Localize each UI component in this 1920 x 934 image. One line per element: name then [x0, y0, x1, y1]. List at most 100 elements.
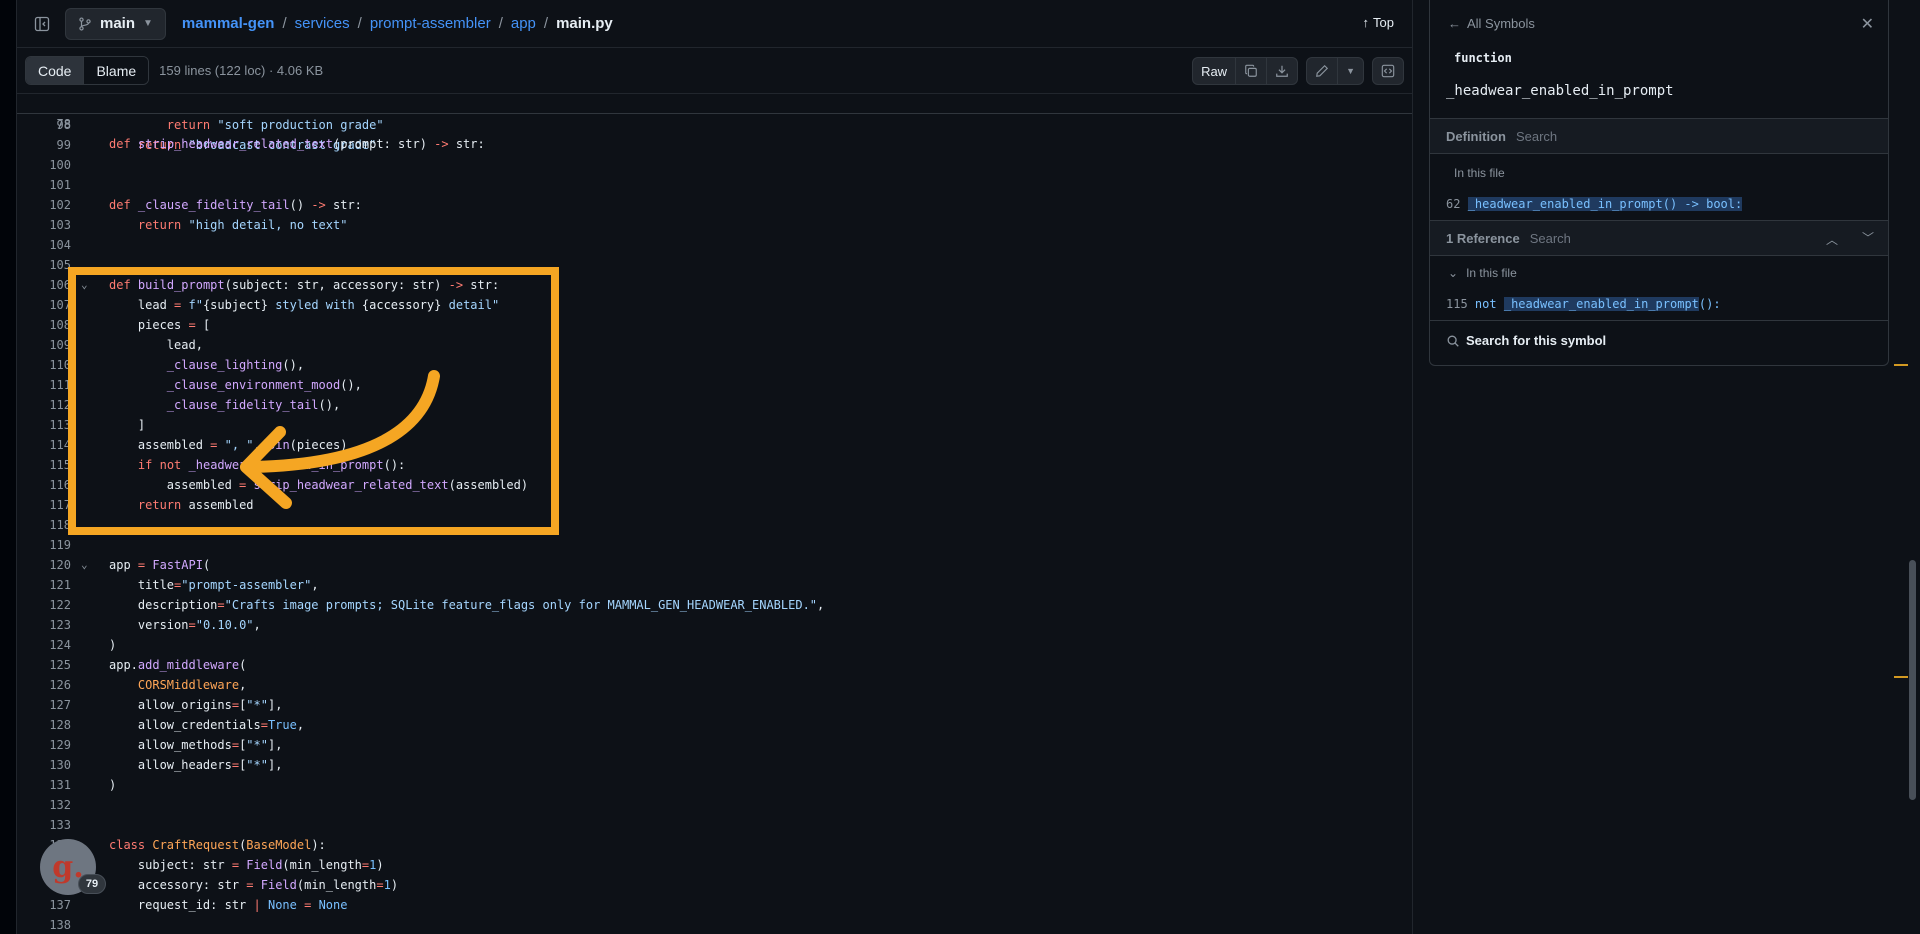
code-text: title="prompt-assembler",	[109, 578, 319, 592]
raw-actions-group: Raw	[1192, 57, 1299, 85]
code-line[interactable]: 132	[17, 795, 1412, 815]
code-text: allow_origins=["*"],	[109, 698, 283, 712]
code-text: version="0.10.0",	[109, 618, 261, 632]
scrollbar-thumb[interactable]	[1909, 560, 1916, 800]
line-number[interactable]: 117	[17, 495, 71, 515]
line-number[interactable]: 120	[17, 555, 71, 575]
line-number[interactable]: 103	[17, 215, 71, 235]
search-for-symbol-button[interactable]: Search for this symbol	[1446, 333, 1606, 348]
chevron-up-icon[interactable]: ︿	[1826, 231, 1838, 248]
breadcrumb-prompt-assembler[interactable]: prompt-assembler	[370, 15, 491, 32]
line-number[interactable]: 121	[17, 575, 71, 595]
line-number[interactable]: 118	[17, 515, 71, 535]
code-line[interactable]: 126 CORSMiddleware,	[17, 675, 1412, 695]
code-line[interactable]: 103 return "high detail, no text"	[17, 215, 1412, 235]
code-line[interactable]: 102 def _clause_fidelity_tail() -> str:	[17, 195, 1412, 215]
file-toolbar: Code Blame 159 lines (122 loc) · 4.06 KB…	[17, 48, 1412, 94]
code-line[interactable]: 120 ⌄ app = FastAPI(	[17, 555, 1412, 575]
definition-result[interactable]: 62 _headwear_enabled_in_prompt() -> bool…	[1446, 197, 1743, 211]
line-number[interactable]: 78	[17, 114, 71, 134]
line-number[interactable]: 116	[17, 475, 71, 495]
code-line[interactable]: 125 app.add_middleware(	[17, 655, 1412, 675]
code-line[interactable]: 128 allow_credentials=True,	[17, 715, 1412, 735]
code-line[interactable]: 119	[17, 535, 1412, 555]
code-text: CORSMiddleware,	[137, 678, 247, 692]
line-number[interactable]: 115	[17, 455, 71, 475]
close-icon[interactable]: ✕	[1861, 14, 1874, 34]
line-number[interactable]: 119	[17, 535, 71, 555]
line-number[interactable]: 123	[17, 615, 71, 635]
code-square-icon[interactable]	[1373, 58, 1403, 84]
code-line[interactable]: 101	[17, 175, 1412, 195]
code-line[interactable]: 104	[17, 235, 1412, 255]
line-number[interactable]: 108	[17, 315, 71, 335]
code-line[interactable]: 137 request_id: str | None = None	[17, 895, 1412, 915]
branch-name: main	[100, 15, 136, 32]
code-line[interactable]: 121 title="prompt-assembler",	[17, 575, 1412, 595]
line-number[interactable]: 107	[17, 295, 71, 315]
code-line[interactable]: 130 allow_headers=["*"],	[17, 755, 1412, 775]
file-info: 159 lines (122 loc) · 4.06 KB	[159, 63, 324, 78]
line-number[interactable]: 113	[17, 415, 71, 435]
sidebar-toggle-icon[interactable]	[29, 11, 55, 37]
breadcrumb-services[interactable]: services	[295, 15, 350, 32]
all-symbols-label: All Symbols	[1467, 16, 1535, 31]
line-number[interactable]: 106	[17, 275, 71, 295]
tab-blame[interactable]: Blame	[83, 57, 149, 84]
line-number[interactable]: 114	[17, 435, 71, 455]
all-symbols-link[interactable]: ← All Symbols	[1448, 16, 1535, 31]
line-number[interactable]: 112	[17, 395, 71, 415]
sticky-header-line[interactable]: 78 def strip_headwear_related_text(promp…	[17, 94, 1412, 151]
reference-file-group[interactable]: ⌄ In this file	[1448, 266, 1517, 280]
code-line[interactable]: 129 allow_methods=["*"],	[17, 735, 1412, 755]
line-number[interactable]: 124	[17, 635, 71, 655]
raw-button[interactable]: Raw	[1193, 58, 1235, 84]
breadcrumb-repo[interactable]: mammal-gen	[182, 15, 275, 32]
breadcrumb-app[interactable]: app	[511, 15, 536, 32]
line-number[interactable]: 105	[17, 255, 71, 275]
code-line[interactable]: 131)	[17, 775, 1412, 795]
line-number[interactable]: 130	[17, 755, 71, 775]
sticky-code-text: def strip_headwear_related_text(prompt: …	[109, 137, 485, 151]
code-line[interactable]: 133	[17, 815, 1412, 835]
line-number[interactable]: 101	[17, 175, 71, 195]
line-number[interactable]: 128	[17, 715, 71, 735]
code-line[interactable]: 98 return "soft production grade"	[17, 115, 1412, 135]
fold-chevron-icon[interactable]: ⌄	[81, 555, 88, 575]
top-link[interactable]: ↑ Top	[1363, 15, 1394, 30]
line-number[interactable]: 131	[17, 775, 71, 795]
line-number[interactable]: 104	[17, 235, 71, 255]
line-number[interactable]: 138	[17, 915, 71, 934]
pencil-icon[interactable]	[1307, 58, 1337, 84]
references-search-input[interactable]: Search	[1530, 231, 1571, 246]
tab-code[interactable]: Code	[26, 57, 84, 84]
line-number[interactable]: 132	[17, 795, 71, 815]
branch-selector-button[interactable]: main ▼	[65, 7, 166, 40]
code-line[interactable]: 138	[17, 915, 1412, 934]
line-number[interactable]: 109	[17, 335, 71, 355]
line-number[interactable]: 137	[17, 895, 71, 915]
code-line[interactable]: 135 subject: str = Field(min_length=1)	[17, 855, 1412, 875]
chevron-down-icon[interactable]: ﹀	[1862, 229, 1874, 246]
copy-icon[interactable]	[1235, 58, 1266, 84]
line-number[interactable]: 110	[17, 355, 71, 375]
line-number[interactable]: 126	[17, 675, 71, 695]
line-number[interactable]: 127	[17, 695, 71, 715]
chevron-down-icon[interactable]: ▼	[1337, 58, 1363, 84]
line-number[interactable]: 133	[17, 815, 71, 835]
line-number[interactable]: 111	[17, 375, 71, 395]
code-line[interactable]: 124)	[17, 635, 1412, 655]
code-line[interactable]: 136 accessory: str = Field(min_length=1)	[17, 875, 1412, 895]
download-icon[interactable]	[1266, 58, 1297, 84]
line-number[interactable]: 125	[17, 655, 71, 675]
code-line[interactable]: 122 description="Crafts image prompts; S…	[17, 595, 1412, 615]
reference-result[interactable]: 115 not _headwear_enabled_in_prompt():	[1446, 297, 1721, 311]
line-number[interactable]: 102	[17, 195, 71, 215]
line-number[interactable]: 122	[17, 595, 71, 615]
code-line[interactable]: 127 allow_origins=["*"],	[17, 695, 1412, 715]
code-line[interactable]: 123 version="0.10.0",	[17, 615, 1412, 635]
code-line[interactable]: 100	[17, 155, 1412, 175]
line-number[interactable]: 129	[17, 735, 71, 755]
code-line[interactable]: 134class CraftRequest(BaseModel):	[17, 835, 1412, 855]
definition-search-input[interactable]: Search	[1516, 129, 1557, 144]
